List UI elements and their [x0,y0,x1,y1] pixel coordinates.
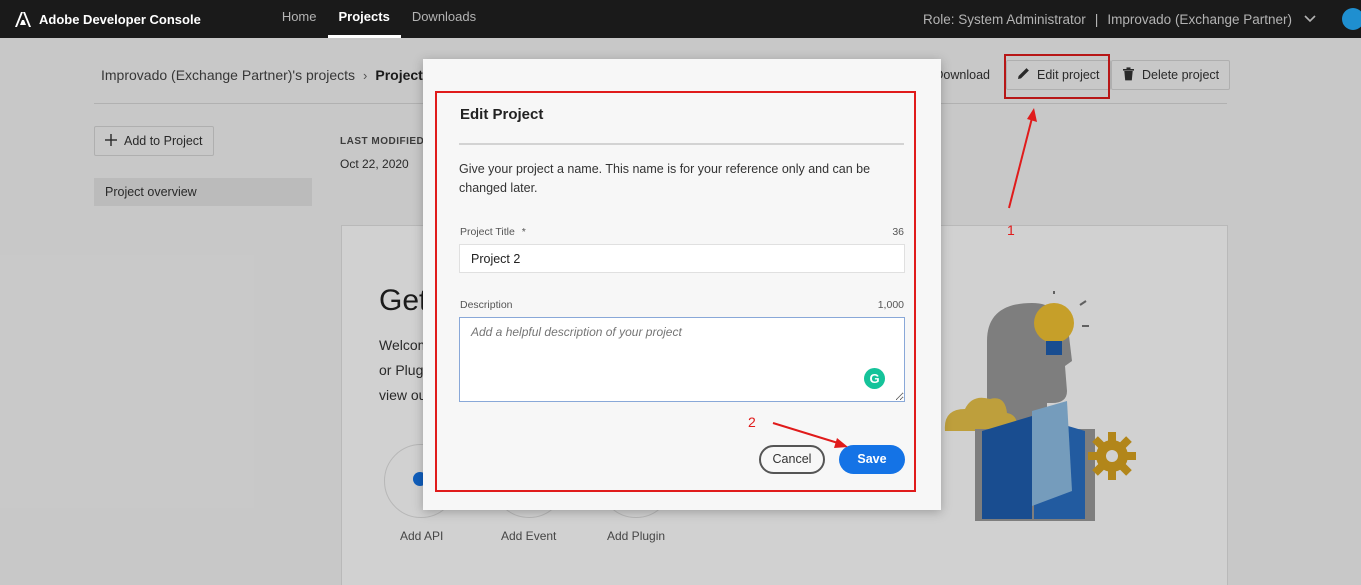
annotation-arrows [772,108,1037,448]
annotation-step-1: 1 [1007,222,1015,238]
annotation-step-2: 2 [748,414,756,430]
